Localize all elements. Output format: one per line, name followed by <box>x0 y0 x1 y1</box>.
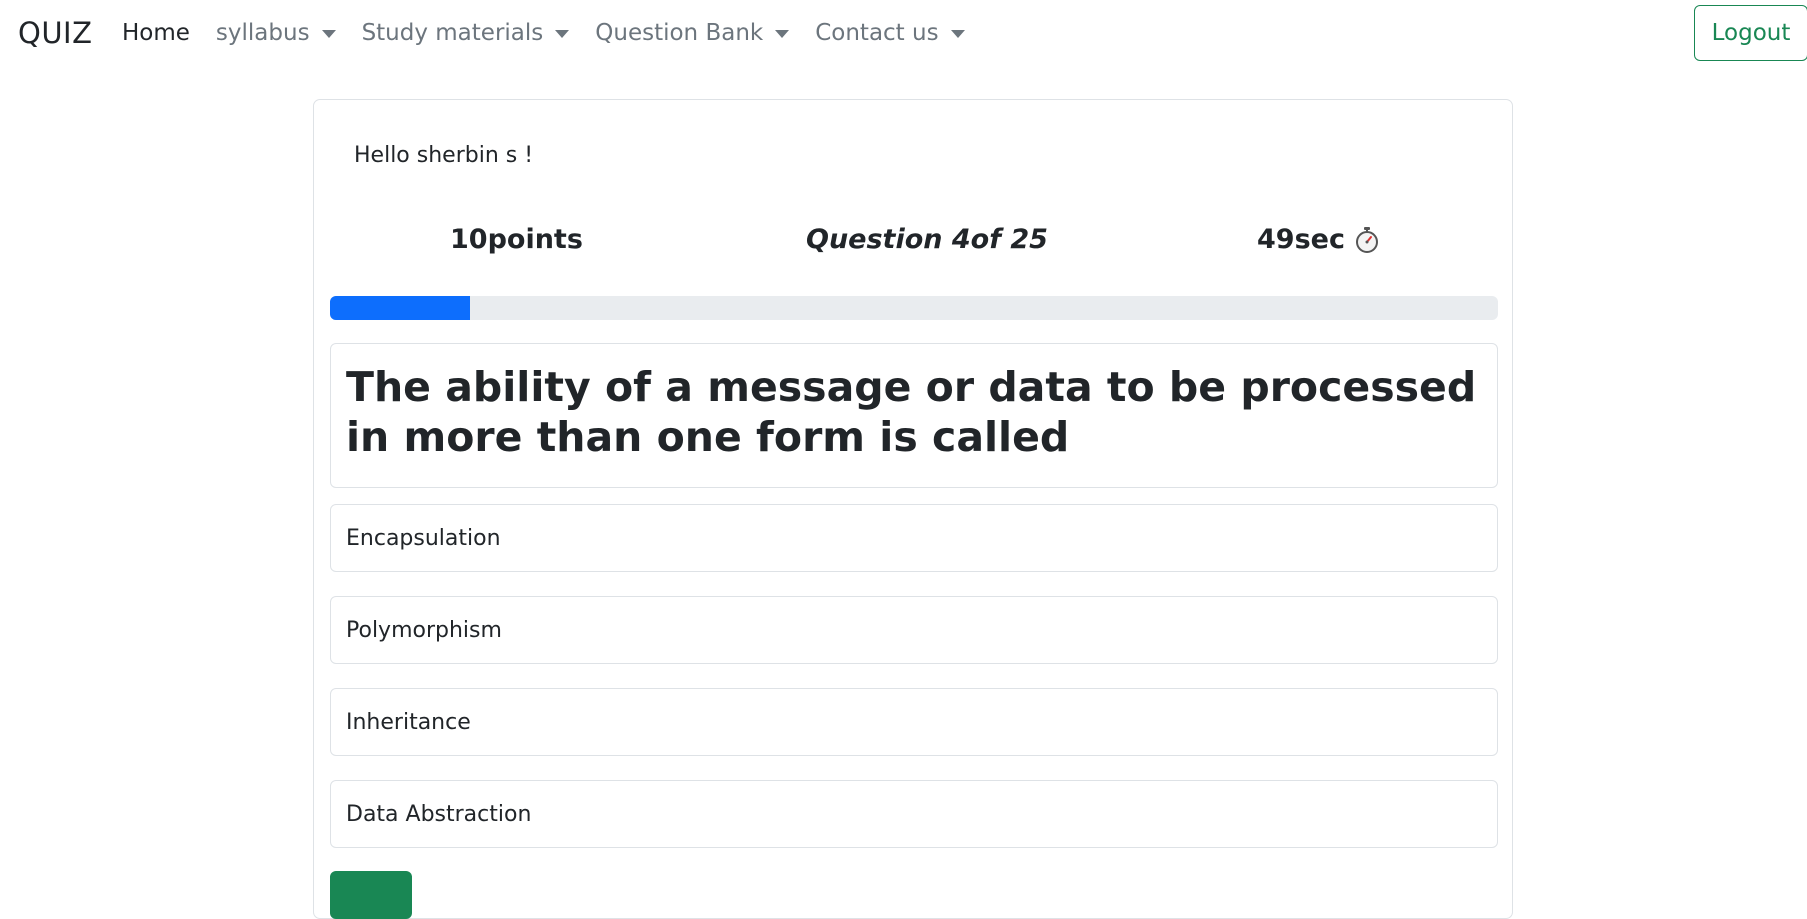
progress-bar-fill <box>330 296 471 320</box>
nav-item-home[interactable]: Home <box>122 20 190 46</box>
timer-text: 49sec <box>1257 224 1345 255</box>
caret-down-icon <box>321 30 336 38</box>
nav-item-label: Contact us <box>815 20 939 46</box>
caret-down-icon <box>775 30 790 38</box>
nav-item-syllabus[interactable]: syllabus <box>216 20 336 46</box>
nav-item-label: syllabus <box>215 20 310 46</box>
question-box: The ability of a message or data to be p… <box>330 343 1498 488</box>
points-display: 10points <box>450 224 583 255</box>
nav-item-label: Study materials <box>361 20 544 46</box>
caret-down-icon <box>950 30 965 38</box>
greeting-text: Hello sherbin s ! <box>354 143 534 168</box>
answer-option[interactable]: Encapsulation <box>330 504 1498 572</box>
nav-item-contact-us[interactable]: Contact us <box>815 20 965 46</box>
quiz-card: Hello sherbin s ! 10points Question 4of … <box>313 99 1513 919</box>
nav-item-question-bank[interactable]: Question Bank <box>595 20 790 46</box>
answer-option[interactable]: Data Abstraction <box>330 780 1498 848</box>
nav-item-study-materials[interactable]: Study materials <box>362 20 570 46</box>
question-counter: Question 4of 25 <box>806 224 1048 255</box>
quiz-stats: 10points Question 4of 25 49sec <box>314 224 1514 264</box>
logout-button[interactable]: Logout <box>1694 5 1807 61</box>
answer-option[interactable]: Inheritance <box>330 688 1498 756</box>
nav-item-label: Question Bank <box>595 20 764 46</box>
top-navbar: QUIZ Home syllabus Study materials Quest… <box>0 0 1807 70</box>
nav-item-label: Home <box>122 20 190 46</box>
caret-down-icon <box>555 30 570 38</box>
nav-links: Home syllabus Study materials Question B… <box>122 20 991 46</box>
brand-logo[interactable]: QUIZ <box>18 16 92 50</box>
progress-bar-track <box>330 296 1498 320</box>
timer-display: 49sec <box>1257 224 1379 255</box>
submit-button[interactable] <box>330 871 412 919</box>
stopwatch-icon <box>1355 226 1379 254</box>
answer-option[interactable]: Polymorphism <box>330 596 1498 664</box>
question-text: The ability of a message or data to be p… <box>346 363 1477 461</box>
